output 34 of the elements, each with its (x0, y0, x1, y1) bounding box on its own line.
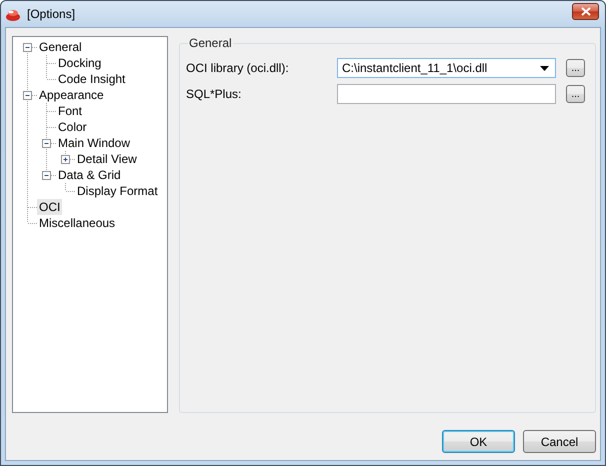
collapse-icon[interactable] (42, 139, 51, 148)
tree-line (65, 183, 75, 192)
input-field[interactable] (337, 84, 556, 104)
browse-button[interactable]: ... (566, 59, 585, 77)
dropdown-arrow-icon (540, 66, 549, 70)
collapse-icon[interactable] (23, 43, 32, 52)
tree-item[interactable]: Miscellaneous (37, 215, 118, 231)
close-icon (580, 6, 590, 16)
tree-item[interactable]: Docking (56, 55, 104, 71)
close-button[interactable] (572, 2, 599, 20)
browse-button[interactable]: ... (566, 85, 585, 103)
collapse-icon[interactable] (42, 171, 51, 180)
tree-item[interactable]: Data & Grid (56, 167, 123, 183)
expand-icon[interactable] (61, 155, 70, 164)
dialog-button[interactable]: Cancel (523, 430, 596, 453)
tree-item[interactable]: Font (56, 103, 84, 119)
window-title: [Options] (27, 7, 76, 21)
tree-item[interactable]: Appearance (37, 87, 106, 103)
tree-item[interactable]: General (37, 39, 84, 55)
tree-line (65, 151, 75, 160)
dialog-button[interactable]: OK (442, 430, 515, 453)
collapse-icon[interactable] (23, 91, 32, 100)
tree-item[interactable]: Color (56, 119, 89, 135)
tree-item[interactable]: OCI (37, 199, 62, 215)
tree-line (46, 119, 56, 135)
tree-item[interactable]: Display Format (75, 183, 160, 199)
group-title: General (188, 36, 233, 50)
field-label: OCI library (oci.dll): (186, 61, 290, 75)
field-label: SQL*Plus: (186, 87, 242, 101)
tree-line (46, 103, 56, 119)
tree-item[interactable]: Detail View (75, 151, 139, 167)
tree-item[interactable]: Main Window (56, 135, 132, 151)
library-dropdown[interactable]: C:\instantclient_11_1\oci.dll (337, 58, 556, 78)
tree-item[interactable]: Code Insight (56, 71, 128, 87)
